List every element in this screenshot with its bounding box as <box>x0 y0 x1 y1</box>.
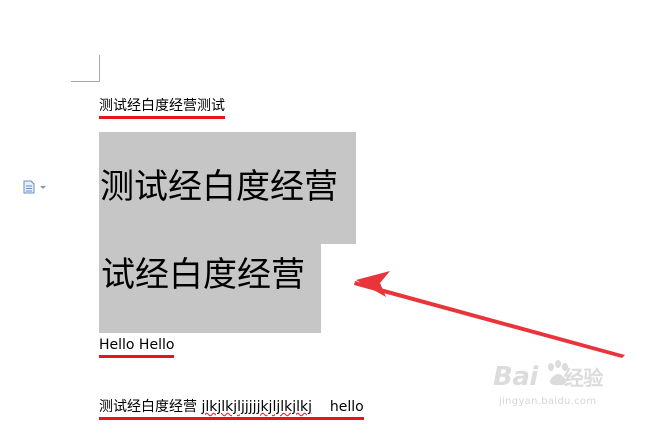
watermark-url: jingyan.baidu.com <box>499 396 597 407</box>
baidu-jingyan-watermark: Bai 经验 jingyan.baidu.com <box>493 358 623 418</box>
text-line-hello[interactable]: Hello Hello <box>99 337 175 358</box>
misspelled-word[interactable]: jlkjlkjljjjjjkjljlkjlkj <box>201 399 312 415</box>
line-1-text: 测试经白度经营测试 <box>99 98 225 119</box>
page-corner-horizontal-mark <box>71 81 100 82</box>
watermark-brand-text: Bai <box>493 362 538 392</box>
hello-line-text: Hello Hello <box>99 337 175 358</box>
page-corner-vertical-mark <box>99 55 100 81</box>
red-arrow-annotation <box>354 271 625 358</box>
block-2-text: 试经白度经营 <box>101 255 305 295</box>
block-1-text: 测试经白度经营 <box>100 167 338 207</box>
document-paragraph-icon[interactable] <box>22 180 50 194</box>
last-line-underlined: 测试经白度经营 jlkjlkjljjjjjkjljlkjlkj hello <box>99 399 364 420</box>
highlighted-block-2[interactable]: 试经白度经营 <box>99 244 321 333</box>
last-line-hello: hello <box>329 399 364 415</box>
baidu-paw-icon <box>548 360 568 386</box>
last-line-cn: 测试经白度经营 <box>99 399 197 415</box>
text-line-1[interactable]: 测试经白度经营测试 <box>99 98 225 119</box>
highlighted-block-1[interactable]: 测试经白度经营 <box>99 132 356 244</box>
text-line-last[interactable]: 测试经白度经营 jlkjlkjljjjjjkjljlkjlkj hello <box>99 399 364 420</box>
